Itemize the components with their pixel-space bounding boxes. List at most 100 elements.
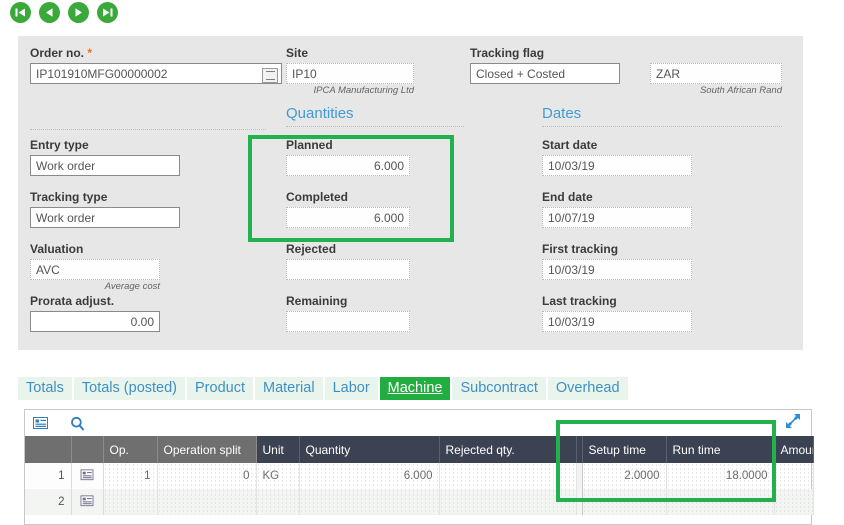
tab-totals-posted-label: Totals (posted)	[81, 380, 177, 396]
completed-qty-input[interactable]: 6.000	[286, 207, 410, 228]
tab-labor[interactable]: Labor	[324, 377, 378, 400]
tracking-type-field: Tracking type Work order	[30, 190, 180, 228]
tracking-type-input[interactable]: Work order	[30, 207, 180, 228]
valuation-input[interactable]: AVC	[30, 259, 160, 280]
start-date-input[interactable]: 10/03/19	[542, 155, 692, 176]
end-date-label: End date	[542, 190, 593, 204]
tab-subcontract[interactable]: Subcontract	[452, 377, 546, 400]
record-navigation-bar	[10, 2, 118, 23]
prorata-adjust-value: 0.00	[130, 315, 154, 329]
table-row[interactable]: 1 1 0 KG 6.000 2.0000 18.0000	[25, 463, 814, 489]
order-no-input[interactable]: IP101910MFG00000002	[30, 63, 282, 84]
column-header-run-time[interactable]: Run time	[666, 436, 775, 463]
site-label: Site	[286, 46, 309, 60]
next-record-button[interactable]	[68, 2, 89, 23]
tab-totals[interactable]: Totals	[18, 377, 72, 400]
tab-subcontract-label: Subcontract	[460, 380, 538, 396]
skip-back-icon	[15, 8, 25, 17]
cell-setup-time[interactable]: 2.0000	[582, 463, 667, 489]
first-tracking-input[interactable]: 10/03/19	[542, 259, 692, 280]
completed-qty-label: Completed	[286, 190, 349, 204]
tab-overhead[interactable]: Overhead	[547, 377, 628, 400]
planned-qty-label: Planned	[286, 138, 333, 152]
prorata-adjust-label: Prorata adjust.	[30, 294, 115, 308]
order-no-label-text: Order no.	[30, 46, 85, 60]
first-record-button[interactable]	[10, 2, 31, 23]
planned-qty-field: Planned 6.000	[286, 138, 410, 176]
entry-type-input[interactable]: Work order	[30, 155, 180, 176]
order-no-field: Order no. * IP101910MFG00000002	[30, 46, 282, 84]
cell-amount[interactable]	[774, 489, 814, 515]
tracking-flag-field: Tracking flag Closed + Costed	[470, 46, 620, 84]
cell-run-time[interactable]	[666, 489, 775, 515]
expand-arrows-icon[interactable]	[785, 413, 801, 432]
row-detail-button[interactable]	[71, 489, 104, 515]
tab-machine-label: Machine	[387, 380, 443, 396]
triangle-right-icon	[75, 8, 82, 17]
previous-record-button[interactable]	[39, 2, 60, 23]
tab-product[interactable]: Product	[187, 377, 253, 400]
dates-section-divider	[542, 125, 782, 127]
cell-setup-time[interactable]	[582, 489, 667, 515]
tracking-flag-value: Closed + Costed	[476, 67, 566, 81]
cell-unit[interactable]: KG	[256, 463, 300, 489]
last-record-button[interactable]	[97, 2, 118, 23]
cell-quantity[interactable]: 6.000	[299, 463, 440, 489]
required-marker: *	[87, 46, 93, 60]
cell-op[interactable]: 1	[103, 463, 158, 489]
cell-quantity[interactable]	[299, 489, 440, 515]
cell-rejected-qty[interactable]	[439, 463, 577, 489]
column-header-detail[interactable]	[71, 436, 104, 463]
search-icon[interactable]	[70, 416, 85, 431]
order-no-lookup-icon[interactable]	[262, 68, 278, 83]
cell-operation-split[interactable]	[157, 489, 257, 515]
cell-operation-split[interactable]: 0	[157, 463, 257, 489]
column-header-operation-split[interactable]: Operation split	[157, 436, 257, 463]
machine-lines-table: Op. Operation split Unit Quantity Reject…	[25, 436, 814, 515]
valuation-label: Valuation	[30, 242, 84, 256]
prorata-adjust-input[interactable]: 0.00	[30, 311, 160, 332]
tab-totals-posted[interactable]: Totals (posted)	[73, 377, 185, 400]
tab-material[interactable]: Material	[254, 377, 323, 400]
tracking-flag-label: Tracking flag	[470, 46, 545, 60]
row-detail-button[interactable]	[71, 463, 104, 489]
cell-run-time[interactable]: 18.0000	[666, 463, 775, 489]
entry-type-field: Entry type Work order	[30, 138, 180, 176]
order-header-panel: Order no. * IP101910MFG00000002 Site IP1…	[18, 36, 803, 350]
triangle-left-icon	[46, 8, 53, 17]
table-row[interactable]: 2	[25, 489, 814, 515]
quantities-section-header: Quantities	[286, 105, 464, 127]
entry-type-label: Entry type	[30, 138, 89, 152]
cell-unit[interactable]	[256, 489, 300, 515]
tab-overhead-label: Overhead	[555, 380, 620, 396]
record-detail-icon	[80, 468, 94, 484]
end-date-input[interactable]: 10/07/19	[542, 207, 692, 228]
table-header-row: Op. Operation split Unit Quantity Reject…	[25, 436, 814, 463]
dates-section-title: Dates	[542, 105, 582, 122]
column-header-amount[interactable]: Amoun	[774, 436, 814, 463]
end-date-value: 10/07/19	[548, 211, 595, 225]
tab-machine[interactable]: Machine	[379, 377, 451, 400]
record-detail-icon[interactable]	[33, 416, 48, 430]
machine-lines-grid-panel: Op. Operation split Unit Quantity Reject…	[24, 409, 814, 525]
remaining-qty-field: Remaining	[286, 294, 410, 332]
site-input[interactable]: IP10	[286, 63, 414, 84]
column-header-rownum[interactable]	[25, 436, 72, 463]
site-field: Site IP10 IPCA Manufacturing Ltd	[286, 46, 414, 96]
currency-input[interactable]: ZAR	[650, 63, 782, 84]
column-header-quantity[interactable]: Quantity	[299, 436, 440, 463]
last-tracking-input[interactable]: 10/03/19	[542, 311, 692, 332]
first-tracking-label: First tracking	[542, 242, 619, 256]
cell-amount[interactable]	[774, 463, 814, 489]
cell-op[interactable]	[103, 489, 158, 515]
column-header-rejected-qty[interactable]: Rejected qty.	[439, 436, 577, 463]
cell-rejected-qty[interactable]	[439, 489, 577, 515]
column-header-setup-time[interactable]: Setup time	[582, 436, 667, 463]
rejected-qty-input[interactable]	[286, 259, 410, 280]
currency-helper-text: South African Rand	[699, 85, 782, 96]
planned-qty-input[interactable]: 6.000	[286, 155, 410, 176]
column-header-op[interactable]: Op.	[103, 436, 158, 463]
tracking-flag-input[interactable]: Closed + Costed	[470, 63, 620, 84]
remaining-qty-input[interactable]	[286, 311, 410, 332]
column-header-unit[interactable]: Unit	[256, 436, 300, 463]
